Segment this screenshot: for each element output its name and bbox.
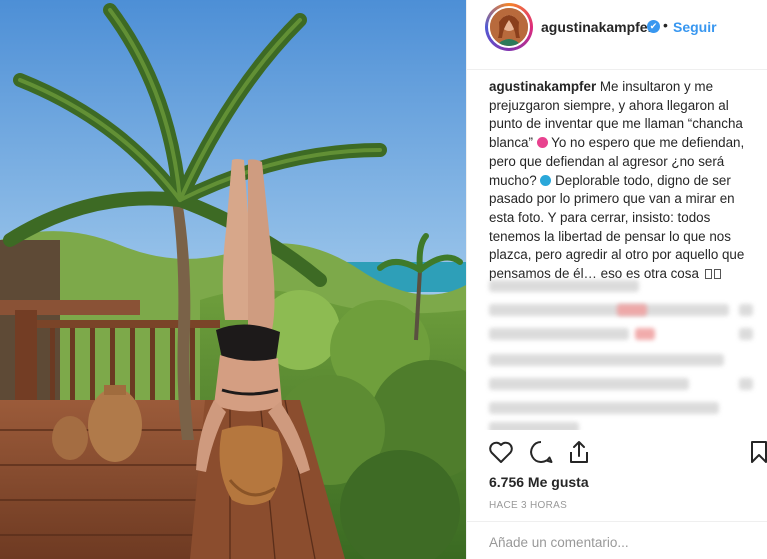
- post-photo: [0, 0, 466, 559]
- bookmark-icon[interactable]: [745, 438, 767, 466]
- post-header: agustinakampfer ✔ • Seguir: [467, 0, 767, 70]
- caption-line: pasado por lo primero que van a mirar en: [489, 191, 735, 207]
- caption-line: Yo no espero que me defiendan,: [551, 135, 745, 151]
- blurred-comment: [489, 354, 724, 366]
- header-username[interactable]: agustinakampfer: [541, 19, 653, 35]
- comment-input[interactable]: [489, 532, 739, 552]
- header-separator: •: [663, 17, 668, 33]
- caption-line: tenemos la libertad de pensar lo que nos: [489, 228, 731, 244]
- blurred-comment: [489, 378, 689, 390]
- blurred-comment: [489, 422, 579, 430]
- blurred-comment: [635, 328, 655, 340]
- share-icon[interactable]: [565, 438, 593, 466]
- likes-count[interactable]: 6.756 Me gusta: [489, 474, 589, 490]
- caption-line: blanca”: [489, 135, 533, 151]
- story-ring[interactable]: [485, 3, 533, 51]
- avatar[interactable]: [488, 6, 530, 48]
- post-caption: agustinakampfer Me insultaron y me preju…: [489, 78, 764, 284]
- caption-line: pero que defiendan al agresor ¿no será: [489, 153, 725, 169]
- unknown-glyph-icon: [704, 269, 712, 280]
- blurred-comment: [489, 402, 719, 414]
- blurred-comment: [739, 328, 753, 340]
- emoji-icon: [540, 174, 552, 186]
- post-actions: [467, 430, 767, 480]
- blurred-comment: [617, 304, 647, 316]
- comment-bubble-icon[interactable]: [527, 438, 555, 466]
- caption-line: prejuzgaron siempre, y ahora llegaron al: [489, 97, 729, 113]
- add-comment-bar: [467, 521, 767, 559]
- post-details-panel: agustinakampfer ✔ • Seguir agustinakampf…: [466, 0, 767, 559]
- blurred-comment: [489, 304, 729, 316]
- post-timestamp[interactable]: HACE 3 HORAS: [489, 500, 567, 511]
- blurred-comment: [739, 304, 753, 316]
- yoga-headstand-photo: [0, 0, 466, 559]
- verified-badge-icon: ✔: [647, 20, 660, 33]
- caption-line: plazca, pero agredir al otro por aquello…: [489, 247, 745, 263]
- unknown-glyph-icon: [713, 269, 721, 280]
- caption-username[interactable]: agustinakampfer: [489, 79, 596, 94]
- blurred-comment: [489, 328, 629, 340]
- caption-line: Me insultaron y me: [599, 79, 714, 94]
- caption-line: pensamos de él… eso es otra cosa: [489, 266, 699, 282]
- blurred-comment: [489, 280, 639, 292]
- heart-icon[interactable]: [487, 438, 515, 466]
- blurred-comment: [739, 378, 753, 390]
- pig-emoji-icon: [536, 137, 548, 149]
- comments-section: agustinakampfer Me insultaron y me preju…: [467, 72, 767, 430]
- caption-line: Deplorable todo, digno de ser: [555, 172, 731, 188]
- caption-line: punto de inventar que me llaman “chancha: [489, 116, 743, 132]
- caption-line: mucho?: [489, 172, 537, 188]
- caption-line: esta foto. Y para cerrar, insisto: todos: [489, 209, 711, 225]
- follow-button[interactable]: Seguir: [673, 19, 717, 35]
